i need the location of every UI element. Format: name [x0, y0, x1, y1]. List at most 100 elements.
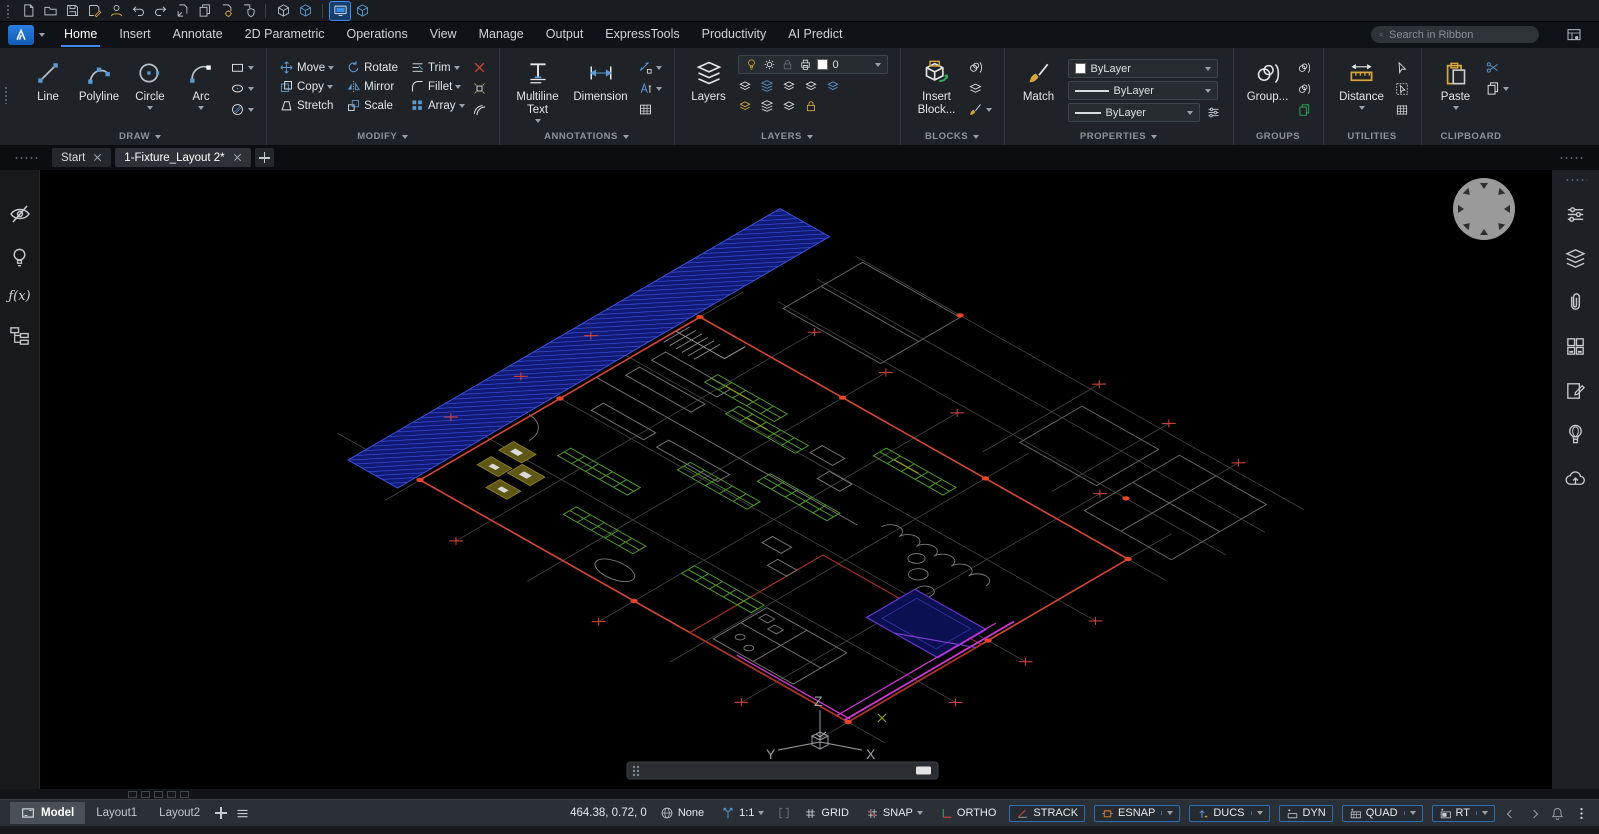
move-button[interactable]: Move	[279, 59, 334, 76]
paste-button[interactable]: Paste	[1434, 55, 1478, 110]
arc-button[interactable]: Arc	[179, 55, 223, 110]
draw-panel-caret-icon[interactable]	[155, 135, 161, 139]
group-button[interactable]: Group...	[1246, 55, 1290, 104]
layer-tool-isolate[interactable]	[738, 77, 760, 94]
layout-list-icon[interactable]	[235, 806, 250, 821]
strack-toggle[interactable]: STRACK	[1009, 805, 1085, 822]
new-tab-button[interactable]	[255, 148, 274, 167]
layer-tool-unisolate[interactable]	[760, 77, 782, 94]
polyline-button[interactable]: Polyline	[77, 55, 121, 104]
ucs-indicator[interactable]: None	[656, 805, 708, 821]
circle-button[interactable]: Circle	[128, 55, 172, 110]
esnap-caret-icon[interactable]	[1167, 811, 1173, 815]
fillet-caret-icon[interactable]	[455, 85, 461, 89]
cut-button[interactable]	[1485, 59, 1509, 76]
app-menu-caret-icon[interactable]	[39, 33, 45, 37]
dimension-button[interactable]: Dimension	[571, 55, 631, 104]
undo-button[interactable]	[128, 2, 148, 20]
display-settings-button[interactable]	[330, 2, 350, 20]
layers-panel-caret-icon[interactable]	[807, 135, 813, 139]
layer-tool-off[interactable]	[804, 77, 826, 94]
tab-productivity[interactable]: Productivity	[691, 22, 778, 48]
snap-toggle[interactable]: SNAP	[862, 806, 927, 821]
explode-button[interactable]	[472, 80, 487, 97]
dimension-style-button[interactable]	[638, 59, 662, 76]
line-button[interactable]: Line	[26, 55, 70, 104]
block-editor-button[interactable]	[968, 59, 992, 76]
snap-caret-icon[interactable]	[917, 811, 923, 815]
ortho-toggle[interactable]: ORTHO	[936, 806, 1001, 821]
layout1-tab[interactable]: Layout1	[85, 803, 148, 823]
block-edit-button[interactable]	[968, 101, 992, 118]
block-attach-button[interactable]	[968, 80, 992, 97]
tab-nav-next-button[interactable]	[154, 791, 163, 798]
color-select-caret-icon[interactable]	[1205, 67, 1211, 71]
hatch-button[interactable]	[230, 101, 254, 118]
lineweight-select-caret-icon[interactable]	[1187, 111, 1193, 115]
protect-button[interactable]	[238, 2, 258, 20]
layer-tool-match[interactable]	[782, 97, 804, 114]
export-button[interactable]	[172, 2, 192, 20]
app-menu-button[interactable]	[8, 25, 34, 45]
insert-block-button[interactable]: Insert Block...	[913, 55, 961, 117]
layer-tool-states[interactable]	[760, 97, 782, 114]
floating-command-bar[interactable]	[627, 762, 938, 779]
view-cube-a-button[interactable]	[273, 2, 293, 20]
command-bar-button[interactable]	[916, 767, 931, 775]
layer-tool-freeze[interactable]	[782, 77, 804, 94]
trim-button[interactable]: Trim	[410, 59, 464, 76]
copy-clip-caret-icon[interactable]	[1503, 87, 1509, 91]
copy-sheet-button[interactable]	[194, 2, 214, 20]
ungroup-button[interactable]	[1297, 80, 1311, 97]
text-style-caret-icon[interactable]	[656, 87, 662, 91]
new-drawing-button[interactable]	[18, 2, 38, 20]
layer-tool-add[interactable]	[826, 77, 848, 94]
tab-operations[interactable]: Operations	[336, 22, 419, 48]
dyn-toggle[interactable]: DYN	[1279, 805, 1333, 822]
blocks-panel-icon[interactable]	[1564, 335, 1587, 358]
fillet-button[interactable]: Fillet	[410, 78, 464, 95]
modify-panel-caret-icon[interactable]	[402, 135, 408, 139]
ducs-toggle[interactable]: DUCS	[1189, 805, 1269, 822]
status-scroll-right-button[interactable]	[1527, 806, 1541, 820]
scale-caret-icon[interactable]	[758, 811, 764, 815]
tab-ai-predict[interactable]: AI Predict	[777, 22, 853, 48]
tab-manage[interactable]: Manage	[468, 22, 535, 48]
status-scroll-left-button[interactable]	[1504, 806, 1518, 820]
scale-button[interactable]: Scale	[346, 97, 398, 114]
distance-caret-icon[interactable]	[1359, 106, 1365, 110]
ribbon-options-button[interactable]	[1563, 25, 1585, 45]
right-panel-drag-handle[interactable]	[1559, 156, 1585, 160]
linetype-select[interactable]: ByLayer	[1068, 81, 1218, 100]
tips-lightbulb-icon[interactable]	[8, 246, 31, 269]
search-input[interactable]	[1389, 29, 1531, 41]
structure-tree-icon[interactable]	[8, 324, 31, 347]
array-caret-icon[interactable]	[459, 104, 465, 108]
color-select[interactable]: ByLayer	[1068, 59, 1218, 78]
circle-caret-icon[interactable]	[147, 106, 153, 110]
properties-settings-icon[interactable]	[1206, 105, 1221, 120]
tab-home[interactable]: Home	[53, 22, 108, 48]
group-select-button[interactable]	[1297, 101, 1311, 118]
open-button[interactable]	[40, 2, 60, 20]
properties-sliders-icon[interactable]	[1564, 203, 1587, 226]
rt-caret-icon[interactable]	[1482, 811, 1488, 815]
copy-caret-icon[interactable]	[327, 85, 333, 89]
select-similar-button[interactable]	[1395, 80, 1409, 97]
view-cube-b-button[interactable]	[295, 2, 315, 20]
redo-button[interactable]	[150, 2, 170, 20]
tab-view[interactable]: View	[419, 22, 468, 48]
text-style-button[interactable]	[638, 80, 662, 97]
doc-tab-start[interactable]: Start	[52, 148, 111, 167]
quad-toggle[interactable]: QUAD	[1342, 805, 1423, 822]
blocks-panel-caret-icon[interactable]	[973, 135, 979, 139]
group-edit-button[interactable]	[1297, 59, 1311, 76]
layer-select-caret-icon[interactable]	[875, 63, 881, 67]
navigation-wheel[interactable]	[1453, 178, 1515, 240]
hide-objects-eye-icon[interactable]	[8, 202, 32, 226]
close-drawing-tab-icon[interactable]	[233, 153, 242, 162]
layout2-tab[interactable]: Layout2	[148, 803, 211, 823]
ribbon-drag-handle[interactable]	[4, 86, 8, 104]
erase-button[interactable]	[472, 59, 487, 76]
lineweight-select[interactable]: ByLayer	[1068, 103, 1200, 122]
